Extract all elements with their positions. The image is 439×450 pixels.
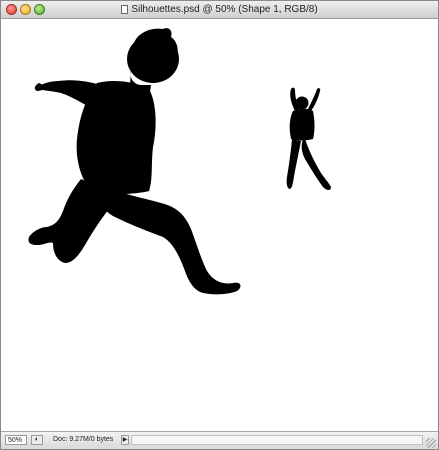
document-icon xyxy=(121,5,129,14)
screen-mode-icon[interactable]: ◐ xyxy=(31,435,43,445)
window-title: Silhouettes.psd @ 50% (Shape 1, RGB/8) xyxy=(131,4,318,15)
document-info: Doc: 9.27M/0 bytes xyxy=(53,436,114,443)
zoom-level-field[interactable]: 50% xyxy=(5,435,27,445)
status-bar: 50% ◐ Doc: 9.27M/0 bytes ▶ xyxy=(1,431,438,449)
document-window: Silhouettes.psd @ 50% (Shape 1, RGB/8) 5… xyxy=(0,0,439,450)
canvas-artwork xyxy=(28,28,331,295)
horizontal-scrollbar[interactable] xyxy=(131,435,423,445)
resize-grip-icon[interactable] xyxy=(426,438,436,448)
info-menu-arrow-icon[interactable]: ▶ xyxy=(121,435,129,445)
small-child-silhouette xyxy=(286,87,331,190)
window-title-group: Silhouettes.psd @ 50% (Shape 1, RGB/8) xyxy=(1,1,438,18)
title-bar[interactable]: Silhouettes.psd @ 50% (Shape 1, RGB/8) xyxy=(1,1,438,19)
image-canvas[interactable] xyxy=(1,19,438,431)
large-child-silhouette xyxy=(28,28,241,295)
